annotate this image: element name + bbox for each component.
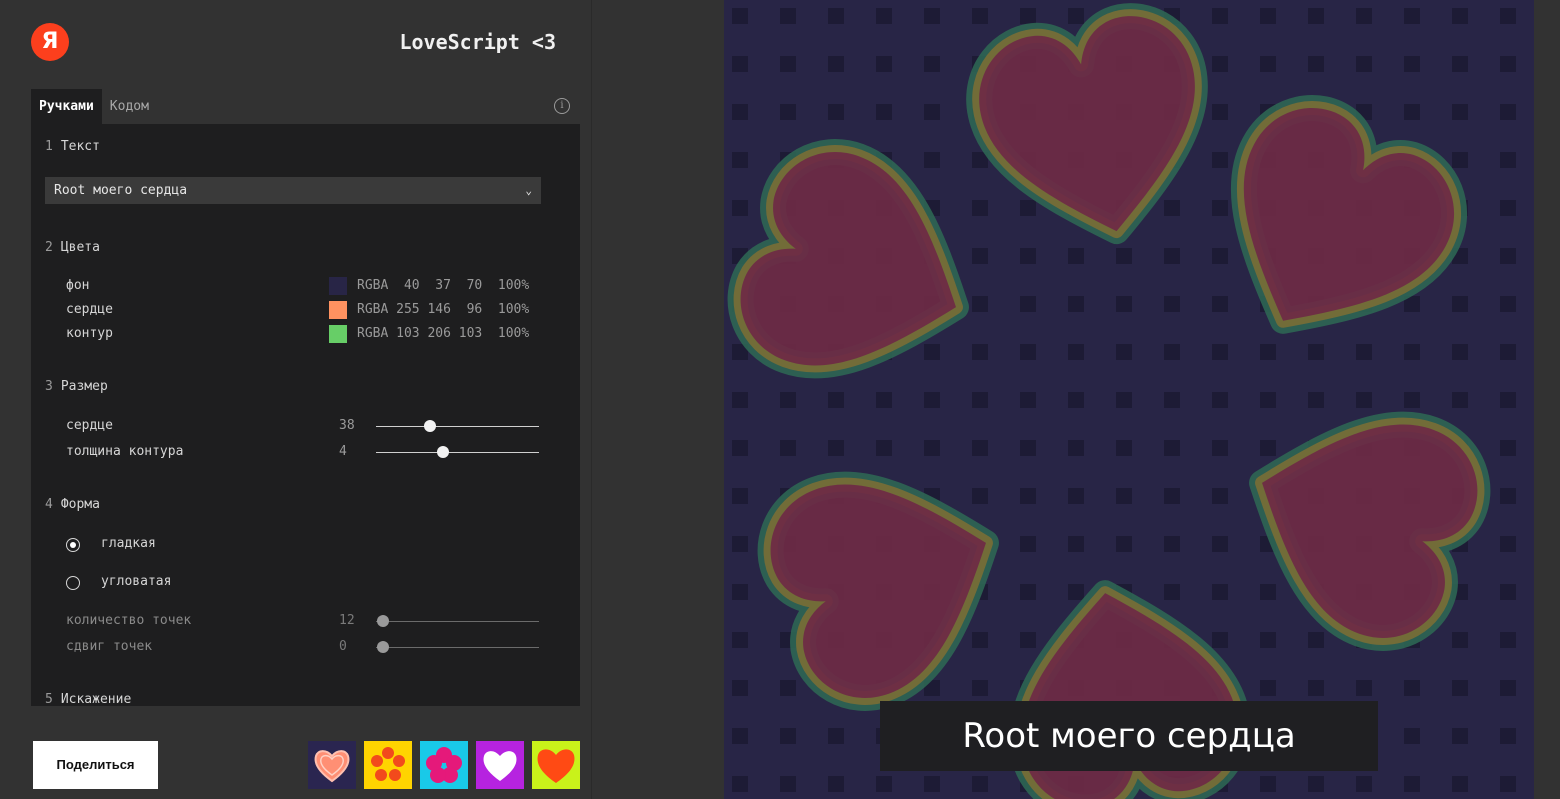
preset-orange-heart[interactable]: [532, 741, 580, 789]
slider-thumb[interactable]: [376, 641, 389, 653]
chevron-down-icon: ⌄: [525, 184, 532, 197]
canvas-caption: Root моего сердца: [880, 701, 1378, 771]
points-count-slider[interactable]: [376, 621, 539, 622]
radio-label-angular[interactable]: угловатая: [101, 574, 171, 589]
section-number: 1: [45, 139, 53, 154]
yandex-logo[interactable]: Я: [31, 23, 69, 61]
slider-thumb[interactable]: [423, 420, 436, 432]
app-title: LoveScript <3: [399, 30, 556, 54]
points-shift-value: 0: [339, 639, 347, 654]
preset-cyan-flower[interactable]: [420, 741, 468, 789]
color-swatch-background[interactable]: [329, 277, 347, 295]
size-slider-outline-width[interactable]: [376, 452, 539, 453]
canvas-artwork: [724, 0, 1534, 799]
size-slider-heart[interactable]: [376, 426, 539, 427]
preset-pink-heart[interactable]: [308, 741, 356, 789]
radio-smooth[interactable]: [66, 538, 80, 552]
section-label: Форма: [60, 497, 100, 512]
points-shift-label: сдвиг точек: [66, 639, 153, 654]
section-label: Цвета: [60, 240, 100, 255]
heart-canvas[interactable]: Root моего сердца: [724, 0, 1534, 799]
preset-yellow-petals[interactable]: [364, 741, 412, 789]
slider-thumb[interactable]: [436, 446, 449, 458]
section-colors-title: 2 Цвета: [45, 240, 100, 255]
color-swatch-heart[interactable]: [329, 301, 347, 319]
controls-scroll-area[interactable]: 1 Текст Root моего сердца ⌄ 2 Цвета фон RG…: [31, 124, 580, 706]
points-count-label: количество точек: [66, 613, 192, 628]
size-value-outline-width: 4: [339, 444, 347, 459]
preset-purple-heart[interactable]: [476, 741, 524, 789]
slider-thumb[interactable]: [376, 615, 389, 627]
points-shift-slider[interactable]: [376, 647, 539, 648]
section-label: Текст: [60, 139, 100, 154]
info-icon[interactable]: i: [554, 98, 570, 114]
color-value-heart[interactable]: RGBA 255 146 96 100%: [357, 302, 529, 317]
points-count-value: 12: [339, 613, 355, 628]
section-number: 3: [45, 379, 53, 394]
color-value-outline[interactable]: RGBA 103 206 103 100%: [357, 326, 529, 341]
section-label: Размер: [60, 379, 108, 394]
section-shape-title: 4 Форма: [45, 497, 100, 512]
color-value-background[interactable]: RGBA 40 37 70 100%: [357, 278, 529, 293]
section-size-title: 3 Размер: [45, 379, 108, 394]
section-distortion-title: 5 Искажение: [45, 692, 131, 706]
color-swatch-outline[interactable]: [329, 325, 347, 343]
color-label-outline: контур: [66, 326, 113, 341]
size-label-outline-width: толщина контура: [66, 444, 184, 459]
size-label-heart: сердце: [66, 418, 113, 433]
radio-label-smooth[interactable]: гладкая: [101, 536, 156, 551]
color-label-background: фон: [66, 278, 90, 293]
control-panel: Я LoveScript <3 Ручками Кодом i 1 Текст R…: [0, 0, 592, 799]
section-label: Искажение: [60, 692, 132, 706]
radio-angular[interactable]: [66, 576, 80, 590]
size-value-heart: 38: [339, 418, 355, 433]
tab-manual[interactable]: Ручками: [31, 89, 102, 124]
section-number: 5: [45, 692, 53, 706]
section-text-title: 1 Текст: [45, 139, 100, 154]
share-button[interactable]: Поделиться: [33, 741, 158, 789]
text-select[interactable]: Root моего сердца ⌄: [45, 177, 541, 204]
color-label-heart: сердце: [66, 302, 113, 317]
section-number: 2: [45, 240, 53, 255]
section-number: 4: [45, 497, 53, 512]
mode-tabs: Ручками Кодом: [31, 89, 157, 124]
tab-code[interactable]: Кодом: [102, 89, 157, 124]
text-select-value: Root моего сердца: [54, 183, 188, 198]
